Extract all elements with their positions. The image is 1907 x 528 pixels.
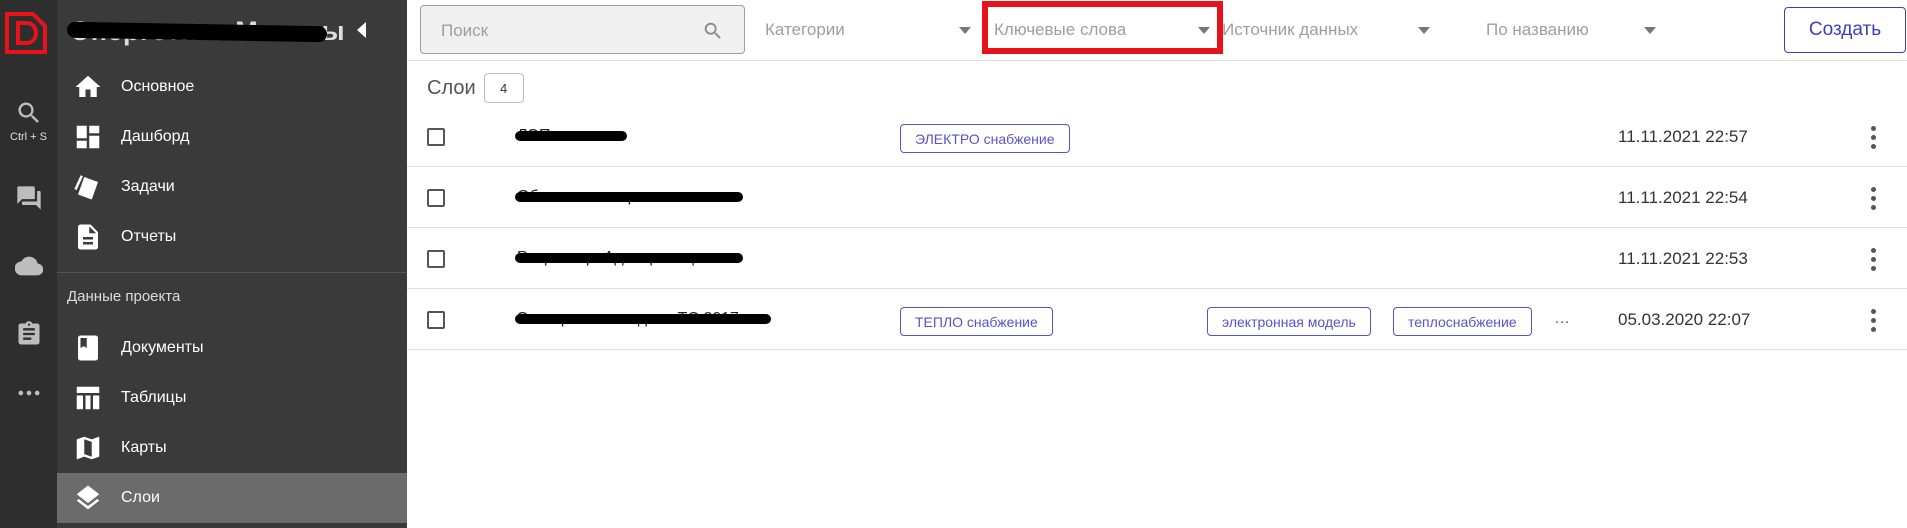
filter-bar: Поиск Категории Ключевые слова Источник … xyxy=(407,0,1907,61)
row-more-menu-icon[interactable] xyxy=(1866,185,1880,211)
cloud-icon xyxy=(14,256,43,276)
redaction-mark xyxy=(515,253,743,263)
sidebar-item-label: Дашборд xyxy=(121,128,190,145)
create-button[interactable]: Создать xyxy=(1784,7,1906,53)
dashboard-icon xyxy=(76,125,100,149)
row-checkbox[interactable] xyxy=(427,250,445,268)
category-tag[interactable]: ЭЛЕКТРО снабжение xyxy=(900,124,1070,153)
search-input[interactable]: Поиск xyxy=(420,5,745,54)
sidebar-item-label: Отчеты xyxy=(121,228,177,245)
layers-count-badge: 4 xyxy=(483,73,524,103)
sidebar-item-reports[interactable]: Отчеты xyxy=(57,212,407,262)
row-date: 11.11.2021 22:57 xyxy=(1618,127,1748,146)
row-checkbox[interactable] xyxy=(427,189,445,207)
rail-more-button[interactable] xyxy=(0,376,57,410)
sidebar-item-layers[interactable]: Слои xyxy=(57,473,407,523)
rail-search-button[interactable]: Ctrl + S xyxy=(0,96,57,146)
category-tag[interactable]: ТЕПЛО снабжение xyxy=(900,307,1053,336)
sidebar-item-label: Задачи xyxy=(121,178,175,195)
table-row[interactable]: Электронная модель ТС 2017 ТЕПЛО снабжен… xyxy=(407,289,1907,350)
row-checkbox[interactable] xyxy=(427,311,445,329)
rail-clipboard-button[interactable] xyxy=(0,314,57,354)
search-icon[interactable] xyxy=(702,20,724,42)
row-more-menu-icon[interactable] xyxy=(1866,124,1880,150)
chevron-down-icon xyxy=(959,27,971,34)
layers-title: Слои xyxy=(427,76,476,99)
icon-rail: Ctrl + S xyxy=(0,0,57,528)
sidebar-item-label: Документы xyxy=(121,339,204,356)
sort-dropdown[interactable]: По названию xyxy=(1486,5,1660,53)
keyword-tag[interactable]: электронная модель xyxy=(1207,307,1371,336)
search-icon xyxy=(17,102,39,123)
search-shortcut-caption: Ctrl + S xyxy=(10,131,47,143)
sidebar-item-label: Карты xyxy=(121,439,167,456)
table-row[interactable]: Объекты капстроительства 11.11.2021 22:5… xyxy=(407,167,1907,228)
main-content: Поиск Категории Ключевые слова Источник … xyxy=(407,0,1907,528)
more-icon xyxy=(18,390,39,396)
chevron-down-icon xyxy=(1644,27,1656,34)
data-source-dropdown-label: Источник данных xyxy=(1222,20,1359,39)
chat-icon xyxy=(16,186,41,210)
data-source-dropdown[interactable]: Источник данных xyxy=(1222,5,1434,53)
sidebar-divider xyxy=(57,272,407,273)
redaction-mark xyxy=(515,314,771,324)
sidebar-item-dashboard[interactable]: Дашборд xyxy=(57,112,407,162)
table-row[interactable]: Росреестр. Адм. границы 11.11.2021 22:53 xyxy=(407,228,1907,289)
row-more-menu-icon[interactable] xyxy=(1866,246,1880,272)
rail-chat-button[interactable] xyxy=(0,178,57,218)
sidebar-item-tasks[interactable]: Задачи xyxy=(57,162,407,212)
row-more-menu-icon[interactable] xyxy=(1866,307,1880,333)
collapse-sidebar-icon[interactable] xyxy=(357,22,366,38)
sidebar: Энергетика Москвы Основное Дашборд Задач… xyxy=(57,0,407,528)
row-date: 11.11.2021 22:54 xyxy=(1618,188,1748,207)
keyword-tag[interactable]: теплоснабжение xyxy=(1393,307,1532,336)
redaction-mark xyxy=(515,192,743,202)
redaction-mark xyxy=(515,131,627,141)
sidebar-item-tables[interactable]: Таблицы xyxy=(57,373,407,423)
sidebar-item-label: Слои xyxy=(121,489,160,506)
table-icon xyxy=(76,386,100,410)
sidebar-item-documents[interactable]: Документы xyxy=(57,323,407,373)
search-placeholder: Поиск xyxy=(441,21,489,40)
more-keywords-indicator[interactable]: … xyxy=(1554,310,1570,328)
map-icon xyxy=(76,436,100,460)
sidebar-item-maps[interactable]: Карты xyxy=(57,423,407,473)
categories-dropdown[interactable]: Категории xyxy=(765,5,975,53)
layers-icon xyxy=(76,485,100,510)
row-date: 11.11.2021 22:53 xyxy=(1618,249,1748,268)
app-logo[interactable] xyxy=(3,10,49,56)
home-icon xyxy=(75,75,101,97)
clipboard-icon xyxy=(18,321,39,345)
book-icon xyxy=(78,335,98,361)
layers-header: Слои 4 xyxy=(427,73,524,103)
sidebar-item-main[interactable]: Основное xyxy=(57,62,407,112)
chevron-down-icon xyxy=(1418,27,1430,34)
sidebar-header: Энергетика Москвы xyxy=(57,0,407,60)
sidebar-item-label: Основное xyxy=(121,78,195,95)
section-label-project-data: Данные проекта xyxy=(67,288,181,305)
rail-cloud-button[interactable] xyxy=(0,246,57,286)
row-checkbox[interactable] xyxy=(427,128,445,146)
sidebar-item-label: Таблицы xyxy=(121,389,187,406)
sort-dropdown-label: По названию xyxy=(1486,20,1589,39)
tasks-icon xyxy=(74,175,98,200)
table-row[interactable]: ЛЭП линии ЭЛЕКТРО снабжение 11.11.2021 2… xyxy=(407,106,1907,167)
categories-dropdown-label: Категории xyxy=(765,20,845,39)
row-date: 05.03.2020 22:07 xyxy=(1618,310,1751,329)
keywords-highlight-box xyxy=(982,1,1223,54)
report-icon xyxy=(78,224,98,250)
